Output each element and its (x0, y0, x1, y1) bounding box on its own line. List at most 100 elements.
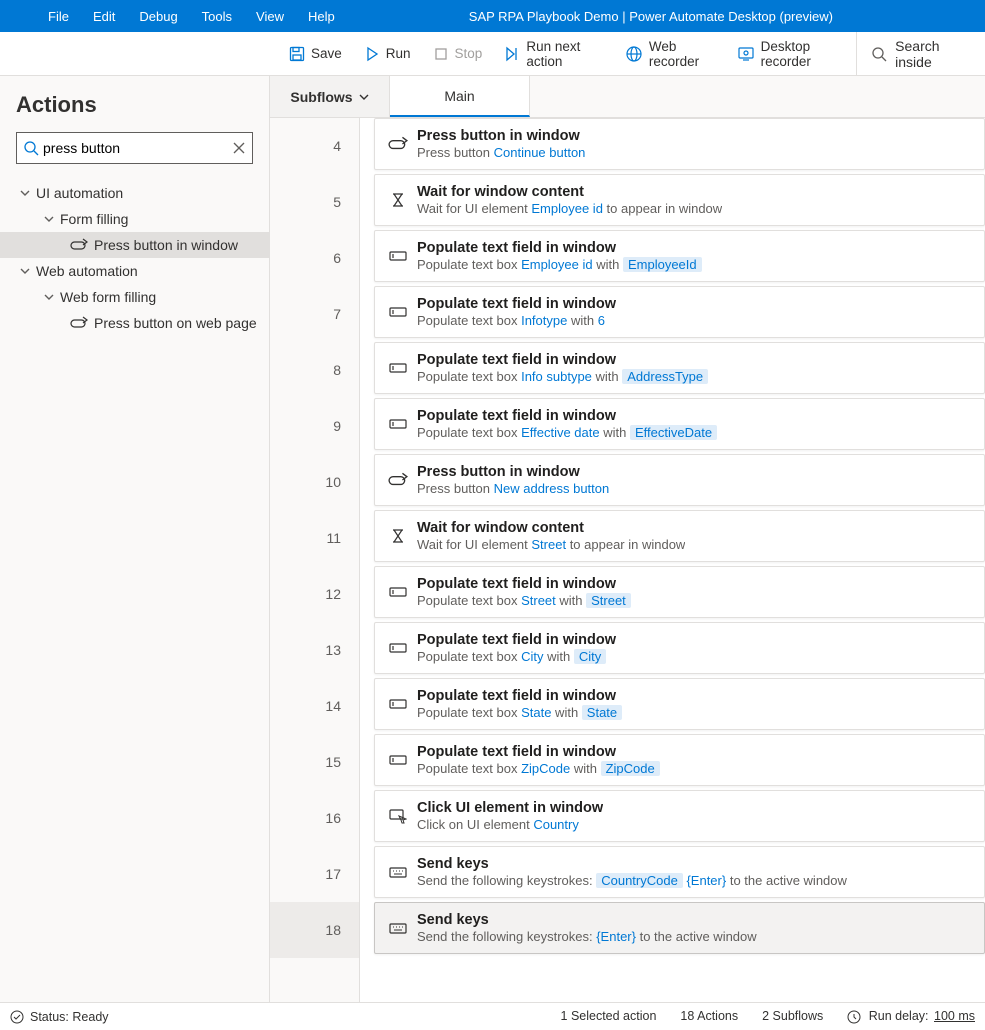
step-title: Press button in window (417, 127, 585, 145)
flow-step[interactable]: Send keysSend the following keystrokes: … (374, 902, 985, 954)
step-title: Populate text field in window (417, 295, 616, 313)
flow-step[interactable]: Wait for window contentWait for UI eleme… (374, 174, 985, 226)
flow-step[interactable]: Populate text field in windowPopulate te… (374, 622, 985, 674)
flow-step[interactable]: Click UI element in windowClick on UI el… (374, 790, 985, 842)
menubar: File Edit Debug Tools View Help (0, 0, 347, 32)
actions-search-input[interactable] (39, 133, 232, 163)
canvas-area: Subflows Main 456789101112131415161718 P… (270, 76, 985, 1002)
statusbar: Status: Ready 1 Selected action 18 Actio… (0, 1002, 985, 1030)
step-description: Populate text box Street with Street (417, 593, 631, 609)
flow-step[interactable]: Press button in windowPress button Conti… (374, 118, 985, 170)
line-number[interactable]: 15 (270, 734, 359, 790)
window-title: SAP RPA Playbook Demo | Power Automate D… (347, 9, 985, 24)
run-next-label: Run next action (526, 39, 603, 69)
step-title: Populate text field in window (417, 575, 631, 593)
text-field-icon (385, 753, 411, 767)
clock-icon (847, 1010, 861, 1024)
tree-label: Press button on web page (94, 315, 257, 331)
menu-debug[interactable]: Debug (127, 0, 189, 32)
line-number[interactable]: 8 (270, 342, 359, 398)
line-number[interactable]: 4 (270, 118, 359, 174)
menu-view[interactable]: View (244, 0, 296, 32)
flow-step[interactable]: Wait for window contentWait for UI eleme… (374, 510, 985, 562)
step-description: Send the following keystrokes: {Enter} t… (417, 929, 757, 945)
web-recorder-button[interactable]: Web recorder (614, 32, 726, 75)
status-left: Status: Ready (10, 1010, 109, 1024)
stop-icon (433, 46, 449, 62)
step-description: Populate text box Infotype with 6 (417, 313, 616, 329)
menu-edit[interactable]: Edit (81, 0, 127, 32)
flow-step[interactable]: Populate text field in windowPopulate te… (374, 678, 985, 730)
desktop-recorder-icon (737, 45, 755, 63)
tree-group-ui-automation[interactable]: UI automation (0, 180, 269, 206)
tree-action-press-button-window[interactable]: Press button in window (0, 232, 269, 258)
run-label: Run (386, 46, 411, 61)
run-next-button[interactable]: Run next action (493, 32, 614, 75)
line-number[interactable]: 12 (270, 566, 359, 622)
stop-button[interactable]: Stop (422, 32, 494, 75)
clear-search-icon[interactable] (232, 141, 246, 155)
tree-group-form-filling[interactable]: Form filling (0, 206, 269, 232)
flow-step[interactable]: Press button in windowPress button New a… (374, 454, 985, 506)
main-area: Actions UI automation Form filling (0, 76, 985, 1002)
tree-label: Press button in window (94, 237, 238, 253)
tab-main[interactable]: Main (390, 76, 530, 117)
tree-label: Web automation (36, 263, 138, 279)
line-number[interactable]: 9 (270, 398, 359, 454)
tree-group-web-automation[interactable]: Web automation (0, 258, 269, 284)
step-description: Populate text box State with State (417, 705, 622, 721)
status-actions: 18 Actions (680, 1009, 738, 1023)
step-title: Send keys (417, 911, 757, 929)
line-number[interactable]: 6 (270, 230, 359, 286)
flow-step[interactable]: Populate text field in windowPopulate te… (374, 230, 985, 282)
desktop-recorder-button[interactable]: Desktop recorder (726, 32, 857, 75)
web-recorder-icon (625, 45, 643, 63)
toolbar-search[interactable]: Search inside (856, 32, 985, 75)
flow-area: 456789101112131415161718 Press button in… (270, 118, 985, 1002)
line-number[interactable]: 5 (270, 174, 359, 230)
menu-tools[interactable]: Tools (190, 0, 244, 32)
actions-tree: UI automation Form filling Press button … (0, 176, 269, 336)
actions-search-box[interactable] (16, 132, 253, 164)
flow-step[interactable]: Send keysSend the following keystrokes: … (374, 846, 985, 898)
step-list[interactable]: Press button in windowPress button Conti… (360, 118, 985, 1002)
actions-title: Actions (0, 76, 269, 132)
line-number[interactable]: 17 (270, 846, 359, 902)
chevron-down-icon (18, 188, 32, 198)
status-subflows: 2 Subflows (762, 1009, 823, 1023)
line-number[interactable]: 11 (270, 510, 359, 566)
tree-label: UI automation (36, 185, 123, 201)
menu-help[interactable]: Help (296, 0, 347, 32)
menu-file[interactable]: File (36, 0, 81, 32)
run-button[interactable]: Run (353, 32, 422, 75)
save-button[interactable]: Save (278, 32, 353, 75)
line-number[interactable]: 7 (270, 286, 359, 342)
text-field-icon (385, 249, 411, 263)
text-field-icon (385, 641, 411, 655)
flow-step[interactable]: Populate text field in windowPopulate te… (374, 734, 985, 786)
line-number[interactable]: 18 (270, 902, 359, 958)
tree-action-press-button-web[interactable]: Press button on web page (0, 310, 269, 336)
play-icon (364, 46, 380, 62)
tabs-row: Subflows Main (270, 76, 985, 118)
tree-group-web-form-filling[interactable]: Web form filling (0, 284, 269, 310)
chevron-down-icon (359, 92, 369, 102)
press-button-icon (385, 136, 411, 152)
status-run-delay[interactable]: Run delay: 100 ms (847, 1009, 975, 1024)
tree-label: Web form filling (60, 289, 156, 305)
line-number[interactable]: 10 (270, 454, 359, 510)
flow-step[interactable]: Populate text field in windowPopulate te… (374, 342, 985, 394)
line-number[interactable]: 16 (270, 790, 359, 846)
flow-step[interactable]: Populate text field in windowPopulate te… (374, 286, 985, 338)
flow-step[interactable]: Populate text field in windowPopulate te… (374, 566, 985, 618)
step-description: Populate text box City with City (417, 649, 616, 665)
press-button-icon (385, 472, 411, 488)
line-number[interactable]: 14 (270, 678, 359, 734)
line-number[interactable]: 13 (270, 622, 359, 678)
step-description: Populate text box Employee id with Emplo… (417, 257, 702, 273)
keyboard-icon (385, 921, 411, 935)
chevron-down-icon (42, 292, 56, 302)
subflows-dropdown[interactable]: Subflows (270, 76, 390, 117)
step-title: Populate text field in window (417, 407, 717, 425)
flow-step[interactable]: Populate text field in windowPopulate te… (374, 398, 985, 450)
